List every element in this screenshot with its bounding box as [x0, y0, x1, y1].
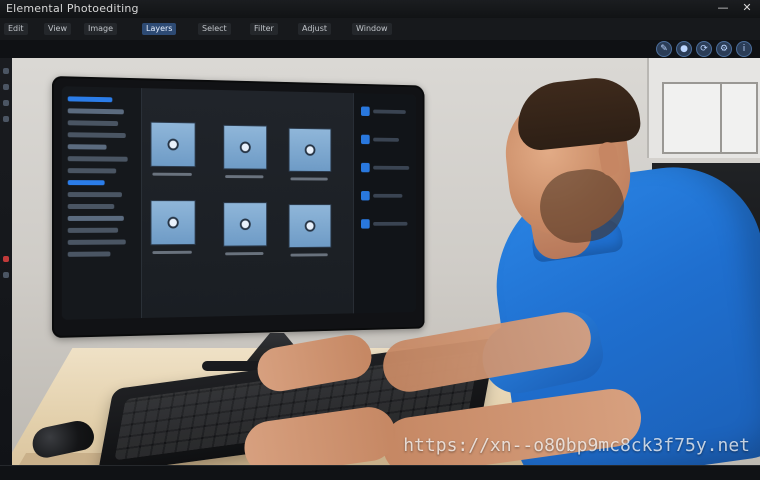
toolbar-right-icons: ✎ ● ⟳ ⚙ i — [656, 41, 752, 57]
tab-edit[interactable]: Edit — [4, 23, 28, 35]
tab-window[interactable]: Window — [352, 23, 392, 35]
tool-icon[interactable] — [3, 100, 9, 106]
tab-layers[interactable]: Layers — [142, 23, 177, 35]
tab-adjust[interactable]: Adjust — [298, 23, 332, 35]
brush-icon[interactable]: ✎ — [656, 41, 672, 57]
top-toolbar: ✎ ● ⟳ ⚙ i — [0, 40, 760, 59]
refresh-icon[interactable]: ⟳ — [696, 41, 712, 57]
tool-icon[interactable] — [3, 272, 9, 278]
tab-select[interactable]: Select — [198, 23, 231, 35]
info-icon[interactable]: i — [736, 41, 752, 57]
tool-icon[interactable] — [3, 84, 9, 90]
window-controls: — ✕ — [716, 1, 754, 15]
eyedropper-icon[interactable]: ● — [676, 41, 692, 57]
close-icon[interactable]: ✕ — [740, 1, 754, 15]
tab-filter[interactable]: Filter — [250, 23, 278, 35]
hand-on-mouse — [254, 331, 375, 395]
record-icon[interactable] — [3, 256, 9, 262]
tab-view[interactable]: View — [44, 23, 71, 35]
tab-image[interactable]: Image — [84, 23, 118, 35]
image-canvas: https://xn--o80bp9mc8ck3f75y.net — [12, 58, 760, 466]
tool-icon[interactable] — [3, 116, 9, 122]
watermark-text: https://xn--o80bp9mc8ck3f75y.net — [403, 435, 750, 456]
settings-icon[interactable]: ⚙ — [716, 41, 732, 57]
hand-on-keyboard — [240, 403, 400, 466]
bottom-status-bar — [0, 465, 760, 480]
tool-icon[interactable] — [3, 68, 9, 74]
window-titlebar: Elemental Photoediting — ✕ — [0, 0, 760, 19]
app-title: Elemental Photoediting — [6, 2, 139, 15]
minimize-icon[interactable]: — — [716, 1, 730, 15]
person — [12, 58, 760, 466]
hair — [513, 73, 643, 153]
top-tabstrip: Edit View Image Layers Select Filter Adj… — [0, 18, 760, 41]
